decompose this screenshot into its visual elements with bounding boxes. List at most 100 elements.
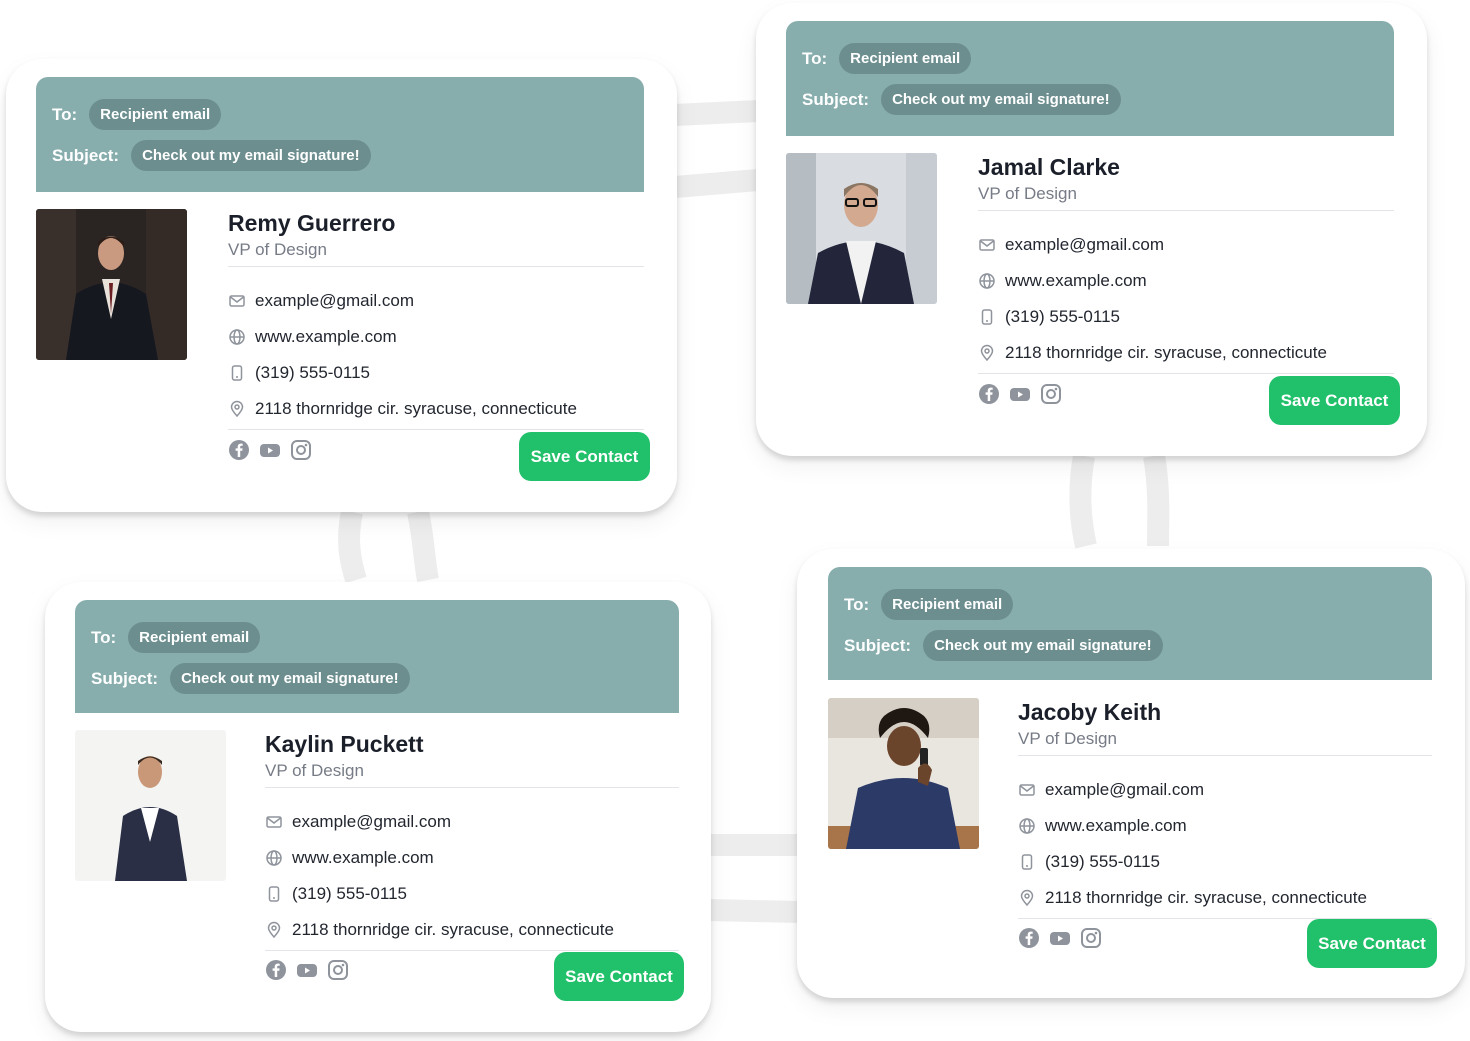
divider — [228, 266, 644, 267]
contact-role: VP of Design — [978, 184, 1077, 203]
website-row[interactable]: www.example.com — [228, 319, 644, 355]
address-text: 2118 thornridge cir. syracuse, connectic… — [1005, 343, 1327, 362]
email-row[interactable]: example@gmail.com — [265, 804, 679, 840]
phone-icon — [268, 886, 280, 902]
profile-photo — [828, 698, 979, 849]
profile-photo — [36, 209, 187, 360]
facebook-icon[interactable] — [1018, 927, 1040, 949]
website-text: www.example.com — [1045, 816, 1187, 835]
contact-info: Jamal Clarke VP of Design example@gmail.… — [978, 153, 1394, 374]
location-pin-icon — [267, 921, 281, 939]
recipient-email-pill[interactable]: Recipient email — [881, 589, 1014, 620]
email-text: example@gmail.com — [292, 812, 451, 831]
phone-icon — [1021, 854, 1033, 870]
website-text: www.example.com — [255, 327, 397, 346]
globe-icon — [229, 329, 245, 345]
phone-row[interactable]: (319) 555-0115 — [978, 299, 1394, 335]
contact-info: Jacoby Keith VP of Design example@gmail.… — [1018, 698, 1432, 919]
divider — [265, 950, 679, 951]
globe-icon — [266, 850, 282, 866]
save-contact-button[interactable]: Save Contact — [554, 952, 684, 1001]
social-links — [1018, 927, 1111, 949]
social-links — [978, 383, 1071, 405]
address-text: 2118 thornridge cir. syracuse, connectic… — [1045, 888, 1367, 907]
divider — [978, 373, 1394, 374]
email-row[interactable]: example@gmail.com — [978, 227, 1394, 263]
address-row[interactable]: 2118 thornridge cir. syracuse, connectic… — [265, 912, 679, 948]
location-pin-icon — [230, 400, 244, 418]
address-row[interactable]: 2118 thornridge cir. syracuse, connectic… — [228, 391, 644, 427]
mail-icon — [229, 295, 245, 307]
recipient-email-pill[interactable]: Recipient email — [839, 43, 972, 74]
signature-card-jacoby: To: Recipient email Subject: Check out m… — [797, 549, 1465, 998]
phone-text: (319) 555-0115 — [1045, 852, 1160, 871]
facebook-icon[interactable] — [265, 959, 287, 981]
subject-label: Subject: — [844, 635, 912, 655]
address-text: 2118 thornridge cir. syracuse, connectic… — [292, 920, 614, 939]
globe-icon — [979, 273, 995, 289]
email-header: To: Recipient email Subject: Check out m… — [786, 21, 1394, 136]
save-contact-button[interactable]: Save Contact — [1307, 919, 1437, 968]
youtube-icon[interactable] — [1009, 383, 1031, 405]
mail-icon — [1019, 784, 1035, 796]
phone-row[interactable]: (319) 555-0115 — [228, 355, 644, 391]
save-contact-button[interactable]: Save Contact — [519, 432, 650, 481]
address-text: 2118 thornridge cir. syracuse, connectic… — [255, 399, 577, 418]
signature-card-jamal: To: Recipient email Subject: Check out m… — [756, 3, 1427, 456]
email-header: To: Recipient email Subject: Check out m… — [828, 567, 1432, 680]
location-pin-icon — [980, 344, 994, 362]
website-text: www.example.com — [292, 848, 434, 867]
signature-showcase: To: Recipient email Subject: Check out m… — [0, 0, 1470, 1041]
instagram-icon[interactable] — [327, 959, 349, 981]
youtube-icon[interactable] — [296, 959, 318, 981]
to-label: To: — [91, 627, 117, 647]
instagram-icon[interactable] — [1080, 927, 1102, 949]
contact-role: VP of Design — [228, 240, 327, 259]
contact-info: Kaylin Puckett VP of Design example@gmai… — [265, 730, 679, 951]
subject-label: Subject: — [52, 145, 120, 165]
mail-icon — [979, 239, 995, 251]
divider — [1018, 755, 1432, 756]
phone-row[interactable]: (319) 555-0115 — [1018, 844, 1432, 880]
recipient-email-pill[interactable]: Recipient email — [128, 622, 261, 653]
contact-role: VP of Design — [265, 761, 364, 780]
address-row[interactable]: 2118 thornridge cir. syracuse, connectic… — [978, 335, 1394, 371]
instagram-icon[interactable] — [290, 439, 312, 461]
website-row[interactable]: www.example.com — [1018, 808, 1432, 844]
email-row[interactable]: example@gmail.com — [228, 283, 644, 319]
phone-row[interactable]: (319) 555-0115 — [265, 876, 679, 912]
instagram-icon[interactable] — [1040, 383, 1062, 405]
youtube-icon[interactable] — [259, 439, 281, 461]
signature-card-kaylin: To: Recipient email Subject: Check out m… — [45, 582, 711, 1032]
save-contact-button[interactable]: Save Contact — [1269, 376, 1400, 425]
facebook-icon[interactable] — [228, 439, 250, 461]
email-header: To: Recipient email Subject: Check out m… — [75, 600, 679, 713]
to-label: To: — [802, 48, 828, 68]
contact-name: Remy Guerrero — [228, 210, 396, 236]
to-label: To: — [844, 594, 870, 614]
subject-pill[interactable]: Check out my email signature! — [923, 630, 1163, 661]
signature-card-remy: To: Recipient email Subject: Check out m… — [6, 59, 677, 512]
website-row[interactable]: www.example.com — [265, 840, 679, 876]
divider — [228, 429, 644, 430]
contact-info: Remy Guerrero VP of Design example@gmail… — [228, 209, 644, 430]
globe-icon — [1019, 818, 1035, 834]
contact-role: VP of Design — [1018, 729, 1117, 748]
email-row[interactable]: example@gmail.com — [1018, 772, 1432, 808]
website-row[interactable]: www.example.com — [978, 263, 1394, 299]
divider — [978, 210, 1394, 211]
subject-pill[interactable]: Check out my email signature! — [131, 140, 371, 171]
recipient-email-pill[interactable]: Recipient email — [89, 99, 222, 130]
facebook-icon[interactable] — [978, 383, 1000, 405]
phone-text: (319) 555-0115 — [1005, 307, 1120, 326]
email-text: example@gmail.com — [1005, 235, 1164, 254]
profile-photo — [786, 153, 937, 304]
youtube-icon[interactable] — [1049, 927, 1071, 949]
address-row[interactable]: 2118 thornridge cir. syracuse, connectic… — [1018, 880, 1432, 916]
social-links — [228, 439, 321, 461]
subject-pill[interactable]: Check out my email signature! — [881, 84, 1121, 115]
subject-label: Subject: — [91, 668, 159, 688]
subject-pill[interactable]: Check out my email signature! — [170, 663, 410, 694]
phone-text: (319) 555-0115 — [255, 363, 370, 382]
email-text: example@gmail.com — [255, 291, 414, 310]
